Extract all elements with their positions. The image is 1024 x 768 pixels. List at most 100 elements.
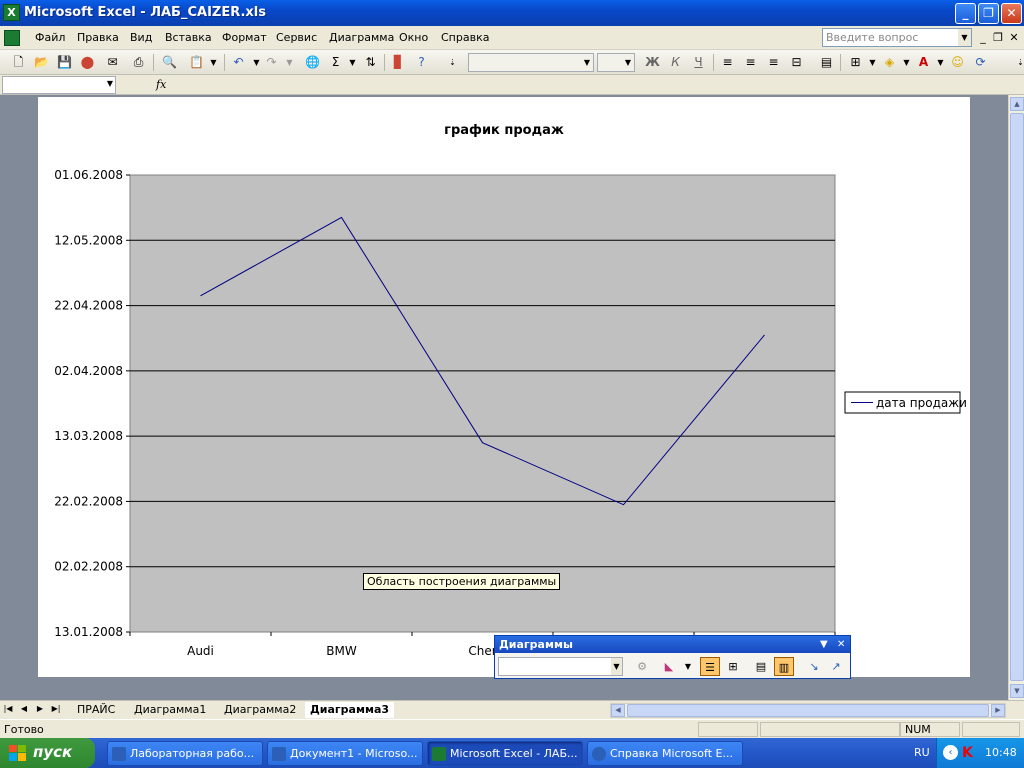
scroll-thumb[interactable] — [1010, 113, 1024, 681]
clock[interactable]: 10:48 — [985, 746, 1017, 759]
angle-text-up-icon[interactable]: ↗ — [826, 657, 846, 676]
doc-restore-button[interactable]: ❐ — [991, 31, 1005, 45]
horizontal-scrollbar[interactable]: ◀ ▶ — [610, 703, 1006, 718]
chevron-down-icon[interactable]: ▼ — [898, 54, 915, 71]
hyperlink-icon[interactable]: 🌐 — [304, 54, 321, 71]
chevron-down-icon[interactable]: ▼ — [932, 54, 949, 71]
fill-color-icon[interactable]: ◈ — [881, 54, 898, 71]
taskbar-item-lab-document[interactable]: Лабораторная рабо... — [107, 741, 263, 766]
legend[interactable]: дата продажи — [844, 391, 967, 414]
new-document-icon[interactable]: 🗋 — [10, 54, 27, 71]
menu-format[interactable]: Формат — [222, 31, 267, 44]
scroll-left-icon[interactable]: ◀ — [611, 704, 625, 717]
formula-input[interactable] — [170, 76, 1022, 94]
font-size-select[interactable]: ▼ — [597, 53, 635, 72]
kaspersky-icon[interactable]: K — [962, 745, 973, 761]
align-right-icon[interactable]: ≡ — [765, 54, 782, 71]
permission-icon[interactable]: ⬤ — [79, 54, 96, 71]
borders-icon[interactable]: ⊞ — [847, 54, 864, 71]
refresh-icon[interactable]: ⟳ — [972, 54, 989, 71]
prev-sheet-icon[interactable]: ◀ — [18, 704, 30, 713]
last-sheet-icon[interactable]: ▶| — [50, 704, 62, 713]
close-button[interactable]: ✕ — [1001, 3, 1022, 24]
line-chart[interactable]: график продаж 01.06.2008 12.05.2008 22.04.… — [38, 97, 970, 677]
scroll-up-icon[interactable]: ▲ — [1010, 97, 1024, 111]
help-icon[interactable]: ? — [413, 54, 430, 71]
doc-close-button[interactable]: ✕ — [1007, 31, 1021, 45]
font-color-icon[interactable]: A — [915, 54, 932, 71]
sheet-tab-price[interactable]: ПРАЙС — [72, 702, 120, 718]
menu-window[interactable]: Окно — [399, 31, 428, 44]
excel-app-icon[interactable]: X — [3, 4, 20, 21]
menu-help[interactable]: Справка — [441, 31, 489, 44]
chevron-down-icon[interactable]: ▼ — [678, 657, 698, 676]
merge-center-icon[interactable]: ⊟ — [788, 54, 805, 71]
next-sheet-icon[interactable]: ▶ — [34, 704, 46, 713]
format-object-icon[interactable]: ⚙ — [632, 657, 652, 676]
chevron-down-icon[interactable]: ▼ — [622, 54, 634, 71]
menu-insert[interactable]: Вставка — [165, 31, 212, 44]
underline-button[interactable]: Ч — [690, 54, 707, 71]
chevron-down-icon[interactable]: ▼ — [581, 54, 593, 71]
by-row-icon[interactable]: ▤ — [751, 657, 771, 676]
chart-object-select[interactable]: ▼ — [498, 657, 623, 676]
legend-toggle-icon[interactable]: ☰ — [700, 657, 720, 676]
scroll-thumb[interactable] — [627, 704, 989, 717]
open-folder-icon[interactable]: 📂 — [33, 54, 50, 71]
align-left-icon[interactable]: ≡ — [719, 54, 736, 71]
vertical-scrollbar[interactable]: ▲ ▼ — [1008, 95, 1024, 700]
chart-toolbar-titlebar[interactable]: Диаграммы ▼ ✕ — [495, 636, 850, 653]
bold-button[interactable]: Ж — [644, 54, 661, 71]
smiley-icon[interactable]: ☺ — [949, 54, 966, 71]
chevron-down-icon[interactable]: ▼ — [107, 79, 113, 88]
undo-icon[interactable]: ↶ — [230, 54, 247, 71]
doc-minimize-button[interactable]: _ — [976, 31, 990, 45]
align-center-icon[interactable]: ≡ — [742, 54, 759, 71]
save-icon[interactable]: 💾 — [56, 54, 73, 71]
toolbar-options-icon[interactable]: ⇣ — [1012, 54, 1024, 71]
maximize-button[interactable]: ❐ — [978, 3, 999, 24]
chart-toolbar-window[interactable]: Диаграммы ▼ ✕ ▼ ⚙ ◣ ▼ ☰ ⊞ ▤ ▥ ↘ ↗ — [494, 635, 851, 679]
language-indicator[interactable]: RU — [914, 746, 930, 759]
name-box[interactable]: ▼ — [2, 76, 116, 94]
title-bar[interactable]: X Microsoft Excel - ЛАБ_CAIZER.xls _ ❐ ✕ — [0, 0, 1024, 26]
chevron-down-icon[interactable]: ▼ — [958, 29, 971, 46]
plot-area[interactable] — [129, 174, 836, 633]
italic-button[interactable]: К — [667, 54, 684, 71]
menu-edit[interactable]: Правка — [77, 31, 119, 44]
minimize-button[interactable]: _ — [955, 3, 976, 24]
menu-tools[interactable]: Сервис — [276, 31, 317, 44]
font-name-select[interactable]: ▼ — [468, 53, 594, 72]
print-icon[interactable]: ⎙ — [130, 54, 147, 71]
angle-text-down-icon[interactable]: ↘ — [804, 657, 824, 676]
taskbar-item-excel[interactable]: Microsoft Excel - ЛАБ... — [427, 741, 583, 766]
sheet-tab-chart2[interactable]: Диаграмма2 — [219, 702, 301, 718]
number-format-icon[interactable]: ▤ — [818, 54, 835, 71]
first-sheet-icon[interactable]: |◀ — [2, 704, 14, 713]
chevron-down-icon[interactable]: ▼ — [611, 658, 622, 675]
chevron-down-icon[interactable]: ▼ — [281, 54, 298, 71]
chart-area[interactable]: график продаж 01.06.2008 12.05.2008 22.04.… — [38, 97, 970, 677]
data-table-icon[interactable]: ⊞ — [723, 657, 743, 676]
help-question-input[interactable]: Введите вопрос ▼ — [822, 28, 972, 47]
chevron-down-icon[interactable]: ▼ — [344, 54, 361, 71]
chart-type-icon[interactable]: ◣ — [659, 657, 679, 676]
start-button[interactable]: пуск — [0, 738, 95, 768]
sheet-tab-chart3[interactable]: Диаграмма3 — [305, 702, 395, 718]
sheet-tab-chart1[interactable]: Диаграмма1 — [129, 702, 211, 718]
scroll-right-icon[interactable]: ▶ — [991, 704, 1005, 717]
menu-file[interactable]: Файл — [35, 31, 65, 44]
menu-view[interactable]: Вид — [130, 31, 152, 44]
show-hidden-icons-icon[interactable]: ‹ — [943, 745, 958, 760]
redo-icon[interactable]: ↷ — [263, 54, 280, 71]
print-preview-icon[interactable]: 🔍 — [161, 54, 178, 71]
chart-wizard-icon[interactable]: ▊ — [390, 54, 407, 71]
close-icon[interactable]: ✕ — [837, 636, 845, 653]
taskbar-item-excel-help[interactable]: Справка Microsoft E... — [587, 741, 743, 766]
sort-ascending-icon[interactable]: ⇅ — [362, 54, 379, 71]
email-icon[interactable]: ✉ — [104, 54, 121, 71]
by-column-icon[interactable]: ▥ — [774, 657, 794, 676]
chart-title[interactable]: график продаж — [444, 123, 564, 138]
toolbar-options-icon[interactable]: ⇣ — [444, 54, 461, 71]
chevron-down-icon[interactable]: ▼ — [820, 636, 828, 653]
